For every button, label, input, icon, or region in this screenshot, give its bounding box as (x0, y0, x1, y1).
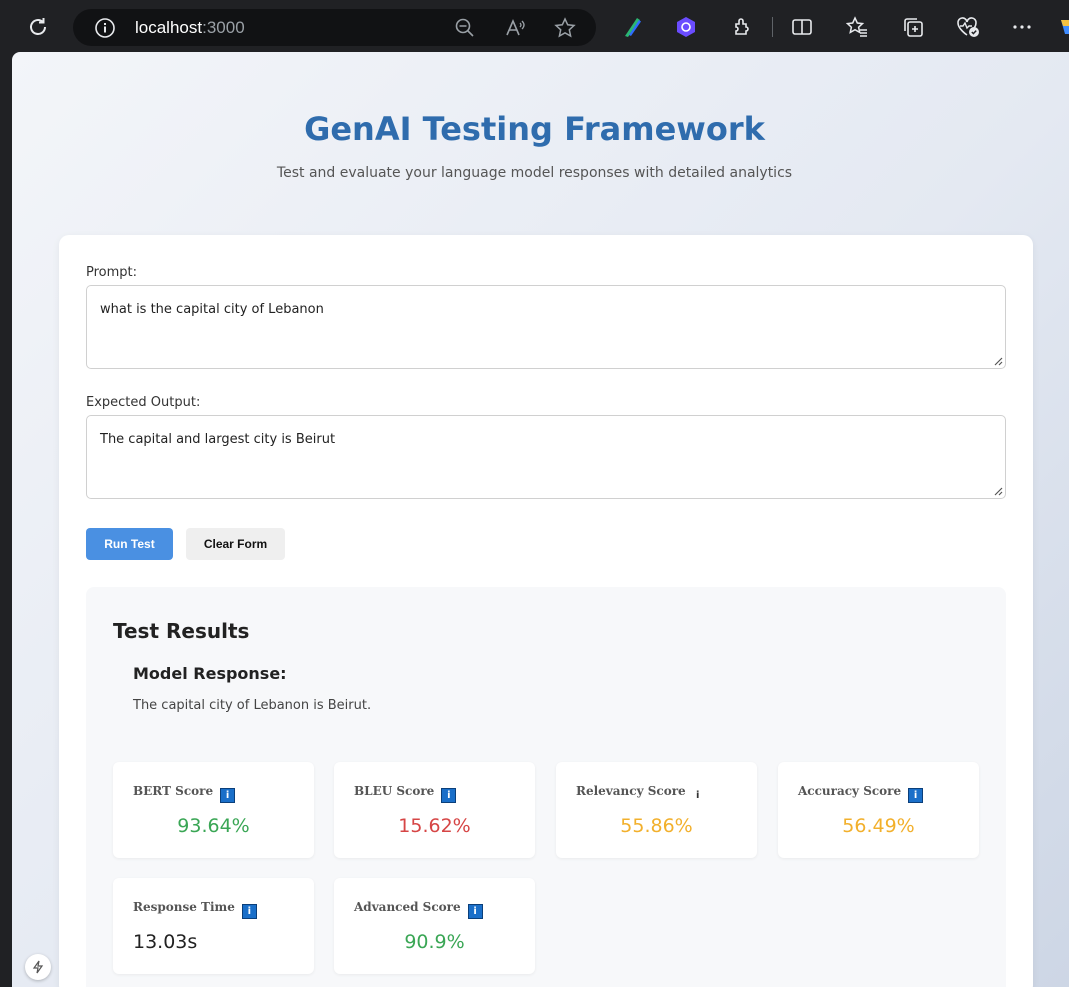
address-text[interactable]: localhost:3000 (135, 18, 245, 38)
prompt-label: Prompt: (86, 265, 138, 280)
extension-pen-icon[interactable] (615, 10, 649, 44)
model-response-text: The capital city of Lebanon is Beirut. (133, 698, 372, 713)
metric-label: BLEU Score i (354, 784, 457, 803)
expected-output-label: Expected Output: (86, 395, 201, 410)
metric-card-relevancy: Relevancy Score i 55.86% (556, 762, 757, 858)
more-options-icon[interactable] (1005, 10, 1039, 44)
info-icon[interactable]: i (441, 788, 457, 803)
metric-label: Response Time i (133, 900, 257, 919)
metric-label: Advanced Score i (354, 900, 483, 919)
extensions-puzzle-icon[interactable] (725, 10, 759, 44)
run-test-button[interactable]: Run Test (86, 528, 173, 560)
metric-value: 93.64% (177, 815, 250, 837)
resize-handle-icon[interactable] (994, 487, 1003, 496)
metric-card-bert: BERT Score i 93.64% (113, 762, 314, 858)
clear-form-button[interactable]: Clear Form (186, 528, 285, 560)
split-screen-icon[interactable] (785, 10, 819, 44)
info-icon[interactable]: i (908, 788, 924, 803)
metric-card-response-time: Response Time i 13.03s (113, 878, 314, 974)
metric-card-advanced: Advanced Score i 90.9% (334, 878, 535, 974)
metric-value: 90.9% (404, 931, 465, 953)
prompt-textarea[interactable]: what is the capital city of Lebanon (86, 285, 1006, 369)
info-icon[interactable]: i (220, 788, 236, 803)
zoom-out-icon[interactable] (454, 17, 476, 44)
metric-value: 13.03s (133, 931, 198, 953)
prompt-value: what is the capital city of Lebanon (100, 302, 324, 317)
page-viewport: GenAI Testing Framework Test and evaluat… (12, 52, 1069, 987)
expected-output-value: The capital and largest city is Beirut (100, 432, 336, 447)
metric-value: 55.86% (620, 815, 693, 837)
toolbar-divider (772, 17, 773, 37)
info-icon[interactable]: i (241, 904, 257, 919)
info-icon[interactable]: i (467, 904, 483, 919)
expected-output-textarea[interactable]: The capital and largest city is Beirut (86, 415, 1006, 499)
resize-handle-icon[interactable] (994, 357, 1003, 366)
page-title: GenAI Testing Framework (304, 110, 765, 148)
info-icon[interactable]: i (693, 789, 703, 804)
extension-shield-icon[interactable] (669, 10, 703, 44)
metric-value: 15.62% (398, 815, 471, 837)
metric-value: 56.49% (842, 815, 915, 837)
dev-tools-bolt-icon[interactable] (25, 954, 51, 980)
site-info-icon[interactable] (94, 17, 116, 44)
favorites-icon[interactable] (840, 10, 874, 44)
test-form-card: Prompt: what is the capital city of Leba… (59, 235, 1033, 987)
metric-label: Relevancy Score i (576, 784, 703, 804)
model-response-title: Model Response: (133, 664, 287, 683)
metric-card-bleu: BLEU Score i 15.62% (334, 762, 535, 858)
metric-label: Accuracy Score i (798, 784, 924, 803)
metric-card-accuracy: Accuracy Score i 56.49% (778, 762, 979, 858)
browser-essentials-icon[interactable] (951, 10, 985, 44)
test-results-panel: Test Results Model Response: The capital… (86, 587, 1006, 987)
read-aloud-icon[interactable] (504, 17, 526, 44)
collections-icon[interactable] (896, 10, 930, 44)
favorite-star-icon[interactable] (554, 17, 576, 44)
results-title: Test Results (113, 619, 250, 643)
metric-label: BERT Score i (133, 784, 236, 803)
refresh-icon[interactable] (21, 10, 55, 44)
address-bar[interactable]: localhost:3000 (73, 9, 596, 46)
browser-toolbar: localhost:3000 (0, 0, 1069, 52)
page-subtitle: Test and evaluate your language model re… (276, 165, 793, 181)
copilot-icon[interactable] (1055, 10, 1069, 44)
